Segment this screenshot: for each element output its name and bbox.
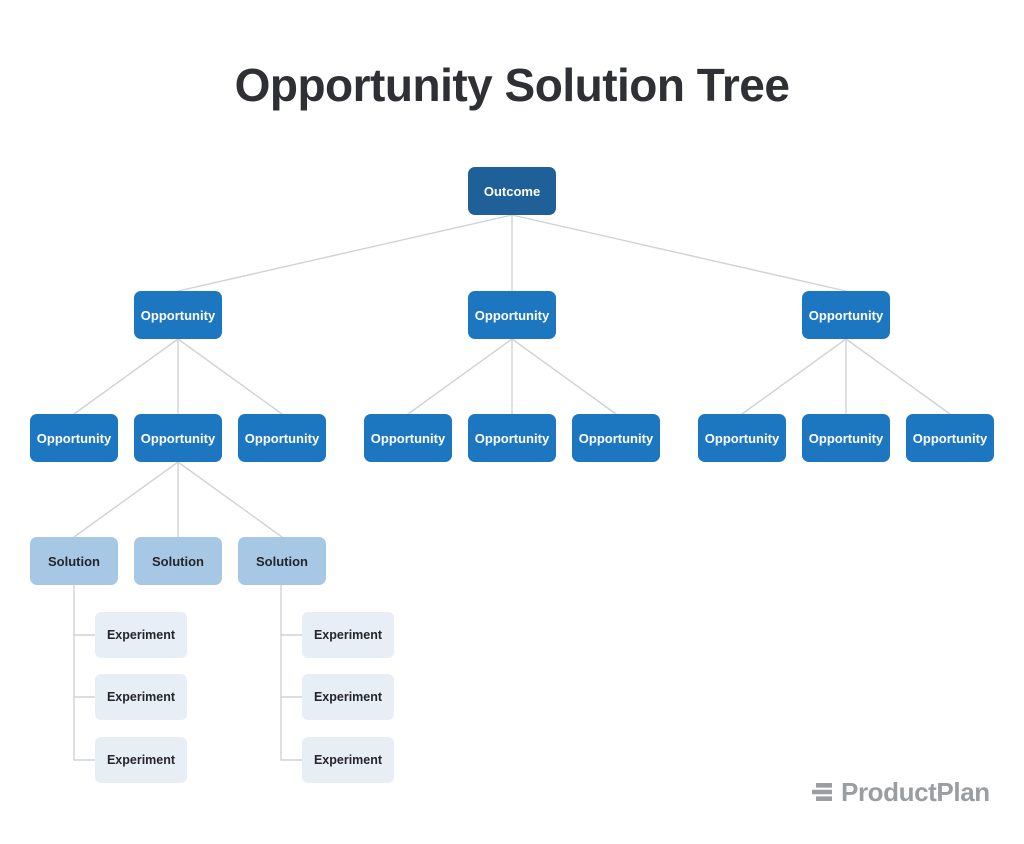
node-opportunity-l3-7[interactable]: Opportunity — [698, 414, 786, 462]
node-opportunity-l3-9[interactable]: Opportunity — [906, 414, 994, 462]
connector-opp-to-solution1 — [73, 461, 179, 538]
productplan-logo: ProductPlan — [812, 779, 990, 805]
node-opportunity-l3-6[interactable]: Opportunity — [572, 414, 660, 462]
node-opportunity-l3-1[interactable]: Opportunity — [30, 414, 118, 462]
node-experiment-right-2[interactable]: Experiment — [302, 674, 394, 720]
node-opportunity-l3-2[interactable]: Opportunity — [134, 414, 222, 462]
node-experiment-right-3[interactable]: Experiment — [302, 737, 394, 783]
node-opportunity-l3-3[interactable]: Opportunity — [238, 414, 326, 462]
connector-g2-to-c3 — [511, 338, 617, 415]
connector-g1-to-c3 — [177, 338, 283, 415]
node-opportunity-l2-2[interactable]: Opportunity — [468, 291, 556, 339]
productplan-wordmark: ProductPlan — [841, 777, 990, 807]
connector-g3-to-c3 — [845, 338, 951, 415]
page-title: Opportunity Solution Tree — [234, 59, 790, 111]
node-experiment-left-1[interactable]: Experiment — [95, 612, 187, 658]
node-opportunity-l3-8[interactable]: Opportunity — [802, 414, 890, 462]
node-opportunity-l3-4[interactable]: Opportunity — [364, 414, 452, 462]
node-outcome[interactable]: Outcome — [468, 167, 556, 215]
node-solution-3[interactable]: Solution — [238, 537, 326, 585]
node-opportunity-l2-1[interactable]: Opportunity — [134, 291, 222, 339]
node-experiment-right-1[interactable]: Experiment — [302, 612, 394, 658]
connector-g3-to-c1 — [741, 338, 847, 415]
node-solution-1[interactable]: Solution — [30, 537, 118, 585]
node-solution-2[interactable]: Solution — [134, 537, 222, 585]
connector-opp-to-solution3 — [177, 461, 283, 538]
node-experiment-left-2[interactable]: Experiment — [95, 674, 187, 720]
node-opportunity-l2-3[interactable]: Opportunity — [802, 291, 890, 339]
node-opportunity-l3-5[interactable]: Opportunity — [468, 414, 556, 462]
node-experiment-left-3[interactable]: Experiment — [95, 737, 187, 783]
stacked-bars-icon — [812, 783, 832, 801]
connector-root-to-opp1 — [177, 214, 513, 292]
connector-root-to-opp3 — [511, 214, 847, 292]
connector-g2-to-c1 — [407, 338, 513, 415]
connector-g1-to-c1 — [73, 338, 179, 415]
diagram-canvas: Opportunity Solution Tree Outcome Opport… — [0, 0, 1024, 844]
